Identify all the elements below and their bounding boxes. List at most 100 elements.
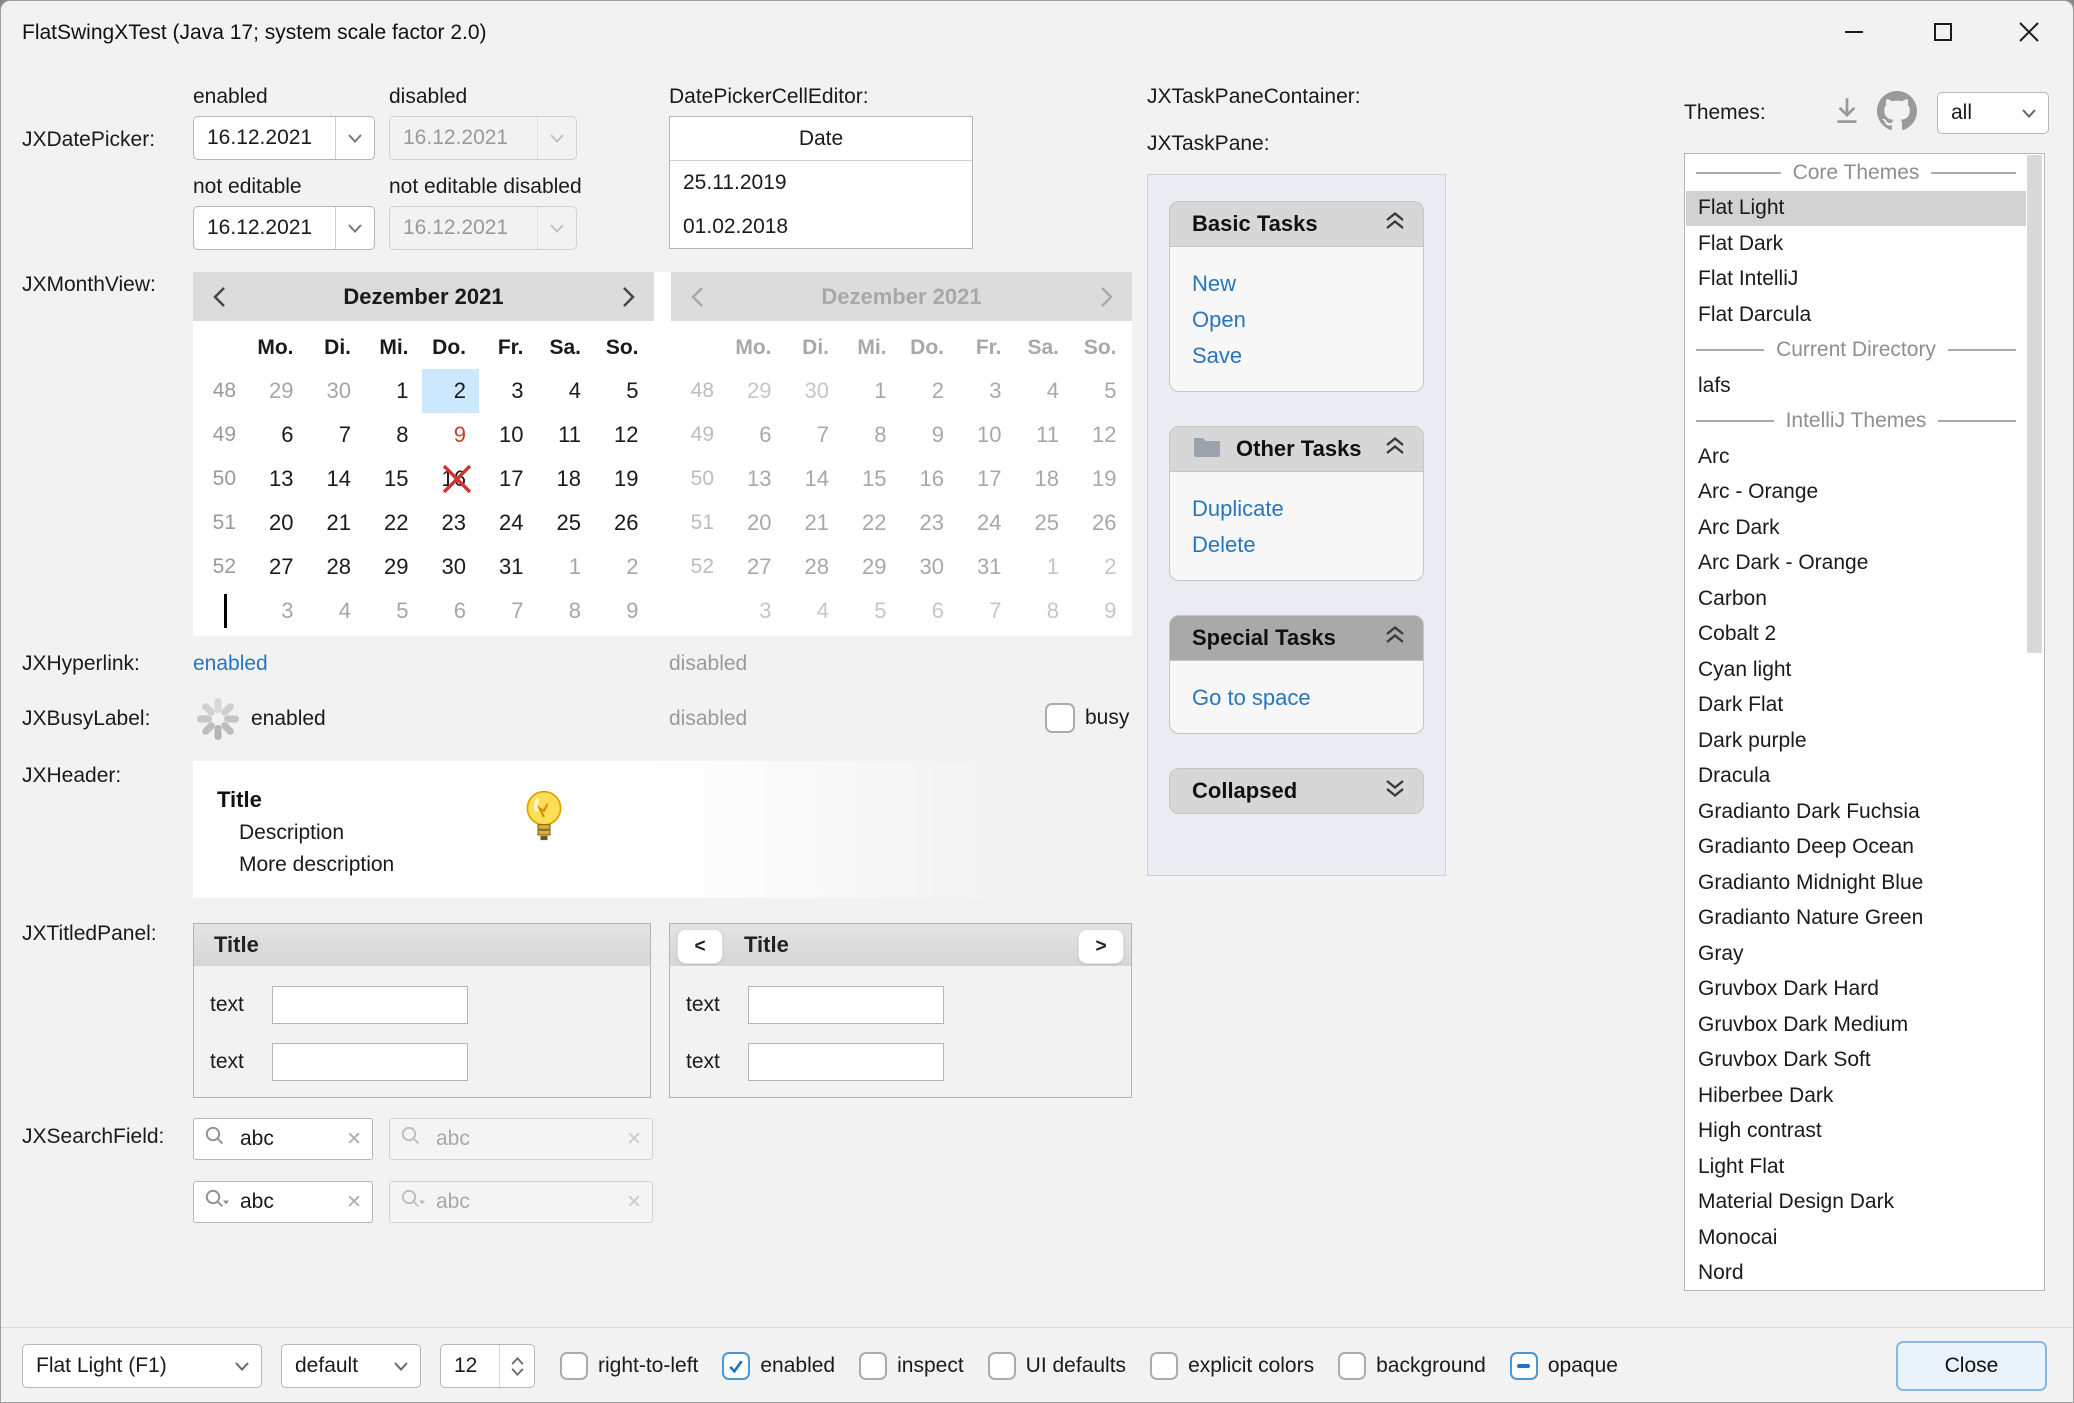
task-link-duplicate[interactable]: Duplicate: [1192, 491, 1401, 527]
datepicker-value[interactable]: 16.12.2021: [194, 117, 335, 159]
theme-list-item[interactable]: Gradianto Nature Green: [1686, 901, 2026, 937]
scrollbar-thumb[interactable]: [2027, 155, 2042, 653]
theme-list-item[interactable]: Arc Dark: [1686, 510, 2026, 546]
calendar-day[interactable]: 15: [364, 457, 422, 501]
date-table[interactable]: Date 25.11.2019 01.02.2018: [669, 116, 973, 249]
task-link-delete[interactable]: Delete: [1192, 527, 1401, 563]
checkbox-indeterminate[interactable]: [1510, 1352, 1538, 1380]
theme-list-item[interactable]: Light Flat: [1686, 1149, 2026, 1185]
search-input[interactable]: abc: [240, 1190, 336, 1214]
calendar-day[interactable]: 8: [364, 413, 422, 457]
checkbox-unchecked[interactable]: [859, 1352, 887, 1380]
github-icon[interactable]: [1877, 91, 1917, 136]
date-table-cell[interactable]: 25.11.2019: [670, 161, 972, 205]
theme-list-item[interactable]: Gruvbox Dark Hard: [1686, 972, 2026, 1008]
themes-list[interactable]: Core ThemesFlat LightFlat DarkFlat Intel…: [1684, 153, 2045, 1291]
checkbox-group-ui-defaults[interactable]: UI defaults: [988, 1352, 1126, 1380]
theme-list-item[interactable]: Flat Light: [1686, 191, 2026, 227]
close-button[interactable]: Close: [1896, 1341, 2047, 1391]
taskpane-header[interactable]: Collapsed: [1169, 768, 1424, 814]
calendar-day[interactable]: 20: [249, 501, 307, 545]
close-window-button[interactable]: [1998, 7, 2060, 57]
calendar-day[interactable]: 2: [594, 545, 652, 589]
chevron-down-icon[interactable]: [335, 207, 374, 249]
busy-checkbox-group[interactable]: busy: [1045, 703, 1129, 733]
calendar-day[interactable]: 28: [307, 545, 365, 589]
theme-list-item[interactable]: Gruvbox Dark Medium: [1686, 1007, 2026, 1043]
search-icon[interactable]: [204, 1125, 230, 1153]
task-link-go-to-space[interactable]: Go to space: [1192, 680, 1401, 716]
theme-list-item[interactable]: Cyan light: [1686, 652, 2026, 688]
theme-list-item[interactable]: Gruvbox Dark Soft: [1686, 1043, 2026, 1079]
theme-list-item[interactable]: Arc Dark - Orange: [1686, 546, 2026, 582]
text-input[interactable]: [748, 986, 944, 1024]
checkbox-group-opaque[interactable]: opaque: [1510, 1352, 1618, 1380]
calendar-day[interactable]: 6: [422, 589, 480, 633]
calendar-day[interactable]: 3: [479, 369, 537, 413]
text-input[interactable]: [748, 1043, 944, 1081]
theme-list-item[interactable]: Carbon: [1686, 581, 2026, 617]
theme-list-item[interactable]: Monocai: [1686, 1220, 2026, 1256]
theme-list-item[interactable]: Nord: [1686, 1256, 2026, 1292]
datepicker-value[interactable]: 16.12.2021: [194, 207, 335, 249]
chevron-down-icon[interactable]: [335, 117, 374, 159]
theme-list-item[interactable]: Material Design Dark: [1686, 1185, 2026, 1221]
style-combo[interactable]: default: [281, 1344, 421, 1388]
calendar-day[interactable]: 22: [364, 501, 422, 545]
calendar-day[interactable]: 13: [249, 457, 307, 501]
collapse-icon[interactable]: [1383, 625, 1407, 651]
task-link-save[interactable]: Save: [1192, 338, 1401, 374]
calendar-day[interactable]: 26: [594, 501, 652, 545]
theme-list-item[interactable]: Flat IntelliJ: [1686, 262, 2026, 298]
calendar-day[interactable]: 8: [537, 589, 595, 633]
theme-list-item[interactable]: Dark purple: [1686, 723, 2026, 759]
checkbox-group-inspect[interactable]: inspect: [859, 1352, 964, 1380]
calendar-day[interactable]: 30: [422, 545, 480, 589]
theme-list-item[interactable]: Gradianto Midnight Blue: [1686, 865, 2026, 901]
calendar-day[interactable]: 10: [479, 413, 537, 457]
minimize-button[interactable]: [1823, 7, 1885, 57]
checkbox-group-background[interactable]: background: [1338, 1352, 1486, 1380]
theme-list-item[interactable]: lafs: [1686, 368, 2026, 404]
theme-list-item[interactable]: Dracula: [1686, 759, 2026, 795]
task-link-open[interactable]: Open: [1192, 302, 1401, 338]
calendar-day[interactable]: 5: [594, 369, 652, 413]
taskpane-header[interactable]: Basic Tasks: [1169, 201, 1424, 247]
previous-month-button[interactable]: [195, 272, 243, 321]
calendar-day[interactable]: 1: [364, 369, 422, 413]
theme-list-item[interactable]: Gradianto Deep Ocean: [1686, 830, 2026, 866]
clear-search-icon[interactable]: ✕: [346, 1191, 362, 1214]
expand-icon[interactable]: [1383, 778, 1407, 804]
checkbox-unchecked[interactable]: [560, 1352, 588, 1380]
checkbox-unchecked[interactable]: [1150, 1352, 1178, 1380]
search-field-menu-enabled[interactable]: abc ✕: [193, 1181, 373, 1223]
search-field-enabled[interactable]: abc✕: [193, 1118, 373, 1160]
theme-list-item[interactable]: Gray: [1686, 936, 2026, 972]
calendar-day[interactable]: 18: [537, 457, 595, 501]
spinner-up-icon[interactable]: [511, 1357, 524, 1365]
text-input[interactable]: [272, 986, 468, 1024]
calendar-day[interactable]: 14: [307, 457, 365, 501]
taskpane-header[interactable]: Other Tasks: [1169, 426, 1424, 472]
calendar-day[interactable]: 2: [422, 369, 480, 413]
titled-panel-next-button[interactable]: >: [1078, 929, 1124, 964]
theme-list-item[interactable]: High contrast: [1686, 1114, 2026, 1150]
calendar-day[interactable]: 17: [479, 457, 537, 501]
calendar-day[interactable]: 6: [249, 413, 307, 457]
taskpane-header[interactable]: Special Tasks: [1169, 615, 1424, 661]
checkbox-checked[interactable]: [722, 1352, 750, 1380]
monthview-enabled[interactable]: Dezember 2021Mo.Di.Mi.Do.Fr.Sa.So.482930…: [193, 272, 654, 636]
theme-list-item[interactable]: Cobalt 2: [1686, 617, 2026, 653]
checkbox-group-right-to-left[interactable]: right-to-left: [560, 1352, 698, 1380]
theme-list-item[interactable]: Arc - Orange: [1686, 475, 2026, 511]
calendar-day[interactable]: 27: [249, 545, 307, 589]
calendar-day[interactable]: 24: [479, 501, 537, 545]
download-themes-icon[interactable]: [1829, 93, 1865, 134]
font-size-spinner[interactable]: 12: [440, 1344, 535, 1388]
calendar-day[interactable]: 5: [364, 589, 422, 633]
theme-list-item[interactable]: Flat Darcula: [1686, 297, 2026, 333]
calendar-day[interactable]: 12: [594, 413, 652, 457]
checkbox-group-enabled[interactable]: enabled: [722, 1352, 835, 1380]
clear-search-icon[interactable]: ✕: [346, 1128, 362, 1151]
collapse-icon[interactable]: [1383, 436, 1407, 462]
